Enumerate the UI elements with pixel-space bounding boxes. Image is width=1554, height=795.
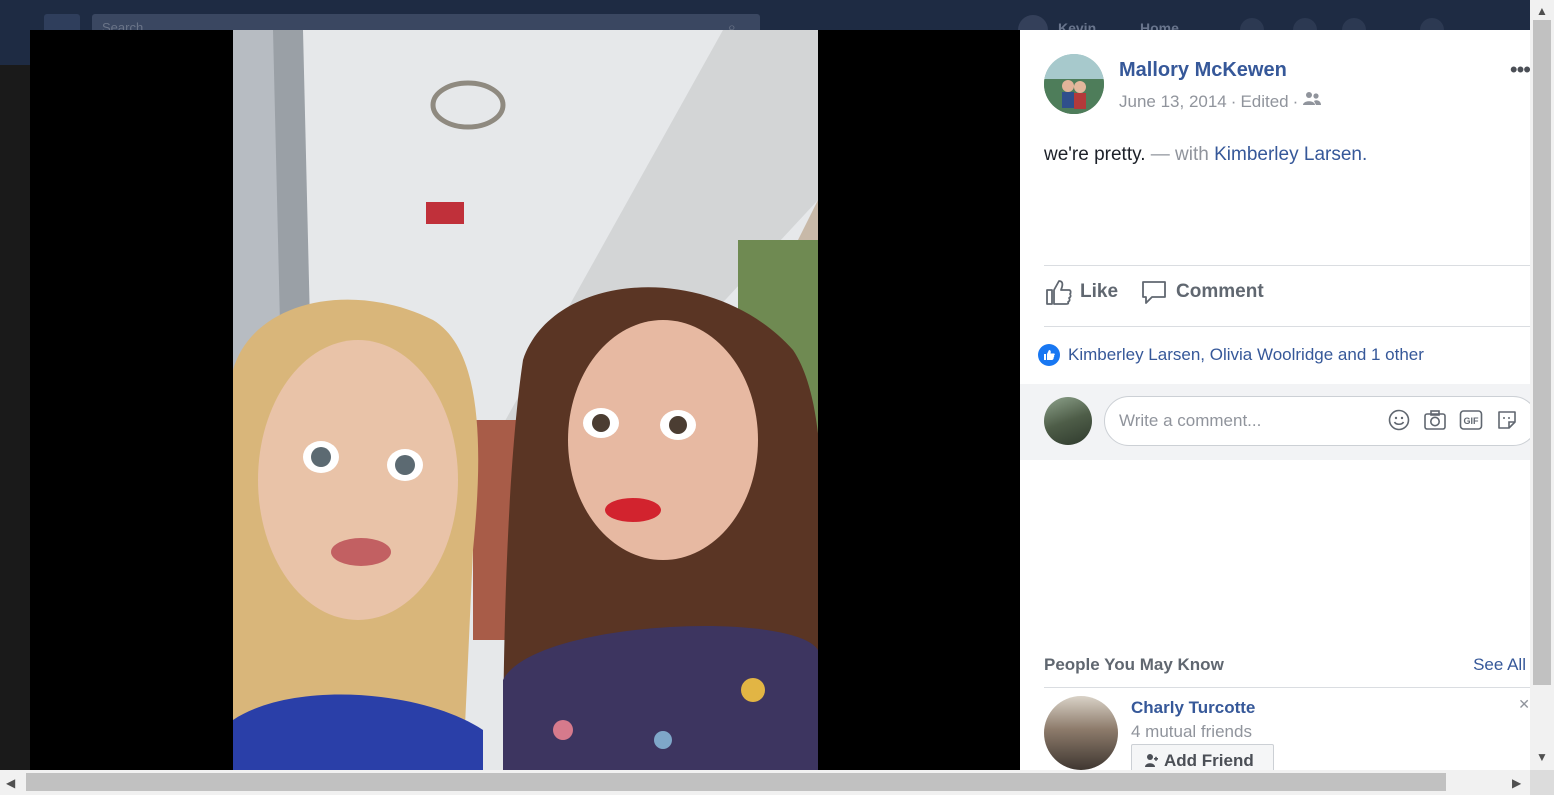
comment-label: Comment xyxy=(1176,281,1264,302)
add-friend-button[interactable]: Add Friend xyxy=(1131,744,1274,770)
author-name-link[interactable]: Mallory McKewen xyxy=(1119,59,1287,82)
like-label: Like xyxy=(1080,281,1119,302)
comment-attachment-icons: GIF xyxy=(1387,408,1519,432)
photo-viewer[interactable] xyxy=(30,30,1020,770)
horizontal-scrollbar-thumb[interactable] xyxy=(26,773,1446,791)
gif-label: GIF xyxy=(1463,415,1479,426)
post-photo[interactable] xyxy=(233,30,818,770)
friends-audience-icon[interactable] xyxy=(1302,91,1322,112)
add-friend-label: Add Friend xyxy=(1164,751,1254,770)
reactions-text[interactable]: Kimberley Larsen, Olivia Woolridge and 1… xyxy=(1068,345,1424,365)
caption-with: — with xyxy=(1150,144,1209,165)
post-options-button[interactable]: ••• xyxy=(1510,57,1530,83)
caption-text: we're pretty. xyxy=(1044,144,1146,165)
meta-separator: · xyxy=(1292,91,1299,111)
scroll-right-arrow-icon[interactable]: ▶ xyxy=(1512,776,1521,790)
scroll-up-arrow-icon[interactable]: ▲ xyxy=(1536,4,1548,18)
dimmed-page-background xyxy=(0,65,30,770)
add-friend-icon xyxy=(1145,754,1158,767)
caption-period: . xyxy=(1361,144,1368,165)
sticker-icon[interactable] xyxy=(1495,408,1519,432)
divider xyxy=(1044,687,1530,688)
meta-separator: · xyxy=(1230,91,1237,111)
current-user-avatar xyxy=(1044,397,1092,445)
post-date-link[interactable]: June 13, 2014 xyxy=(1119,92,1227,112)
like-reaction-icon xyxy=(1038,344,1060,366)
post-actions: Like Comment xyxy=(1044,278,1286,306)
author-avatar-image xyxy=(1044,54,1104,114)
mutual-friends-link[interactable]: 4 mutual friends xyxy=(1131,722,1252,742)
thumbs-up-icon xyxy=(1046,280,1072,305)
post-caption: we're pretty. — with Kimberley Larsen. xyxy=(1044,144,1367,166)
dismiss-suggestion-icon[interactable]: ✕ xyxy=(1518,696,1530,713)
reactions-summary[interactable]: Kimberley Larsen, Olivia Woolridge and 1… xyxy=(1038,344,1424,366)
comment-bubble-icon xyxy=(1142,281,1166,304)
comment-placeholder: Write a comment... xyxy=(1119,411,1262,430)
photo-illustration xyxy=(233,30,818,770)
suggestion-avatar[interactable] xyxy=(1044,696,1118,770)
post-meta: June 13, 2014 · Edited · xyxy=(1119,91,1322,112)
see-all-link[interactable]: See All xyxy=(1473,655,1526,675)
comment-button[interactable]: Comment xyxy=(1140,278,1264,306)
comment-composer: Write a comment... GIF xyxy=(1020,384,1530,460)
scroll-down-arrow-icon[interactable]: ▼ xyxy=(1536,750,1548,764)
people-you-may-know-title: People You May Know xyxy=(1044,655,1224,674)
camera-icon[interactable] xyxy=(1423,408,1447,432)
divider xyxy=(1044,265,1530,266)
emoji-icon[interactable] xyxy=(1387,408,1411,432)
like-button[interactable]: Like xyxy=(1044,278,1118,306)
scroll-left-arrow-icon[interactable]: ◀ xyxy=(6,776,15,790)
vertical-scrollbar-thumb[interactable] xyxy=(1533,20,1551,685)
gif-icon[interactable]: GIF xyxy=(1459,408,1483,432)
author-avatar[interactable] xyxy=(1044,54,1104,114)
post-details-panel: Mallory McKewen June 13, 2014 · Edited ·… xyxy=(1020,30,1530,770)
divider xyxy=(1044,326,1530,327)
comment-input[interactable]: Write a comment... GIF xyxy=(1104,396,1530,446)
tagged-person-link[interactable]: Kimberley Larsen xyxy=(1214,144,1362,165)
suggestion-name-link[interactable]: Charly Turcotte xyxy=(1131,698,1255,718)
edited-link[interactable]: Edited xyxy=(1240,92,1288,112)
scrollbar-corner xyxy=(1530,770,1554,795)
